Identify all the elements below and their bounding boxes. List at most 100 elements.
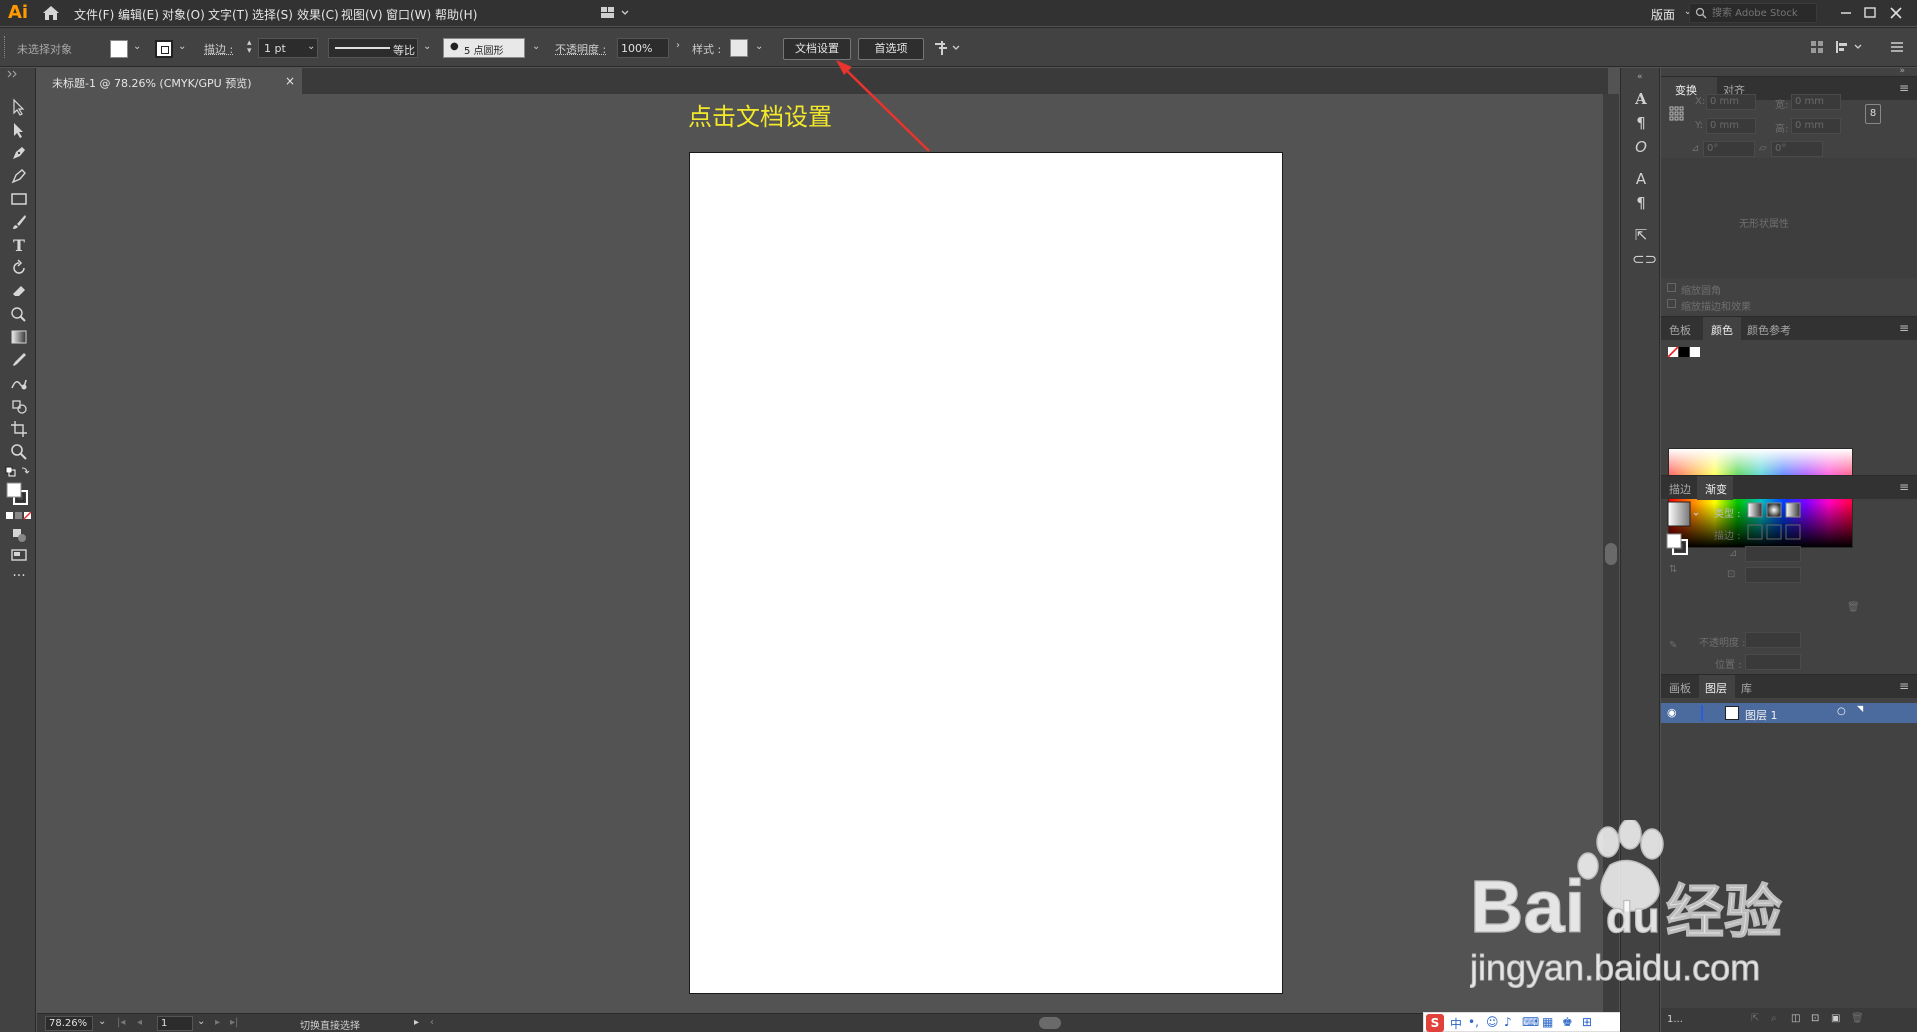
locate-object-icon[interactable]: ⌕ <box>1771 1013 1777 1024</box>
stroke-label[interactable]: 描边 : <box>204 41 233 57</box>
paragraph-styles-icon[interactable]: ¶ <box>1632 194 1650 212</box>
chevron-down-icon[interactable]: ⌄ <box>307 41 315 52</box>
document-tab[interactable]: 未标题-1 @ 78.26% (CMYK/GPU 预览) <box>37 68 302 94</box>
punctuation-icon[interactable]: •, <box>1468 1015 1479 1029</box>
shape-builder-tool-icon[interactable] <box>10 305 28 323</box>
fill-color-swatch[interactable] <box>110 40 128 58</box>
opacity-field[interactable] <box>617 38 669 58</box>
tab-gradient[interactable]: 渐变 <box>1705 481 1727 497</box>
rotate-tool-icon[interactable] <box>10 259 28 277</box>
menu-window[interactable]: 窗口(W) <box>386 6 431 23</box>
gradient-preview-swatch[interactable] <box>1667 501 1701 527</box>
gradient-tool-icon[interactable] <box>10 328 28 346</box>
ime-language-toggle[interactable]: 中 <box>1450 1015 1462 1032</box>
delete-layer-icon[interactable]: 🗑 <box>1851 1013 1864 1024</box>
close-icon[interactable] <box>1886 3 1906 23</box>
sogou-ime-icon[interactable]: S <box>1426 1014 1444 1032</box>
reference-point-icon[interactable] <box>1669 106 1685 122</box>
stroke-weight-field[interactable]: ⌄ <box>258 38 318 58</box>
brush-definition-dropdown[interactable]: ● 5 点圆形 <box>443 38 525 58</box>
eraser-tool-icon[interactable] <box>10 282 28 300</box>
character-styles-icon[interactable]: ꓮ <box>1632 170 1650 188</box>
more-tools-icon[interactable]: ··· <box>10 568 28 586</box>
horizontal-scroll-thumb[interactable] <box>1039 1017 1061 1029</box>
zoom-tool-icon[interactable] <box>10 443 28 461</box>
paintbrush-tool-icon[interactable] <box>10 213 28 231</box>
type-tool-icon[interactable]: T <box>10 236 28 255</box>
color-mode-icon[interactable] <box>5 511 31 521</box>
align-options-icon[interactable] <box>1835 40 1869 54</box>
status-menu-icon[interactable]: ▸ <box>414 1017 419 1028</box>
layer-selection-indicator[interactable]: ◥ <box>1857 704 1863 713</box>
previous-artboard-icon[interactable]: ◂ <box>137 1017 142 1028</box>
opentype-panel-icon[interactable]: O <box>1632 138 1650 156</box>
default-fill-stroke-icon[interactable] <box>5 466 31 478</box>
blend-tool-icon[interactable] <box>10 374 28 392</box>
layer-target-icon[interactable]: ○ <box>1837 706 1846 717</box>
menu-select[interactable]: 选择(S) <box>252 6 293 23</box>
next-artboard-icon[interactable]: ▸ <box>215 1017 220 1028</box>
chevron-down-icon[interactable]: ⌄ <box>755 41 763 52</box>
eyedropper-tool-icon[interactable] <box>10 351 28 369</box>
scale-corners-checkbox[interactable] <box>1667 283 1676 292</box>
export-icon[interactable]: ⇱ <box>1632 226 1650 244</box>
panel-menu-icon[interactable]: ≡ <box>1899 679 1909 693</box>
panel-menu-icon[interactable]: ≡ <box>1899 480 1909 494</box>
tab-libraries[interactable]: 库 <box>1741 680 1752 696</box>
close-tab-icon[interactable]: × <box>285 74 295 88</box>
panel-menu-icon[interactable]: ≡ <box>1899 321 1909 335</box>
tab-transform[interactable]: 变换 <box>1675 82 1697 98</box>
first-artboard-icon[interactable]: |◂ <box>117 1017 125 1028</box>
toolbox-icon[interactable]: ▦ <box>1542 1015 1553 1029</box>
collapse-icon[interactable]: » <box>1899 66 1905 76</box>
rectangle-tool-icon[interactable] <box>10 190 28 208</box>
grid-icon[interactable] <box>1810 40 1824 54</box>
constrain-proportions-icon[interactable]: 8 <box>1865 104 1881 124</box>
scale-strokes-checkbox[interactable] <box>1667 299 1676 308</box>
collapse-icon[interactable]: « <box>1637 72 1643 82</box>
tab-artboards[interactable]: 画板 <box>1669 680 1691 696</box>
scroll-left-icon[interactable]: ‹ <box>430 1017 434 1028</box>
new-sublayer-icon[interactable]: ⊡ <box>1811 1013 1819 1024</box>
pen-tool-icon[interactable] <box>10 144 28 162</box>
home-icon[interactable] <box>42 5 60 21</box>
links-icon[interactable]: ⊂⊃ <box>1632 250 1657 268</box>
panel-menu-icon[interactable] <box>1888 38 1906 56</box>
artboard-tool-icon[interactable] <box>10 420 28 438</box>
stroke-color-swatch[interactable] <box>155 40 173 58</box>
clipping-mask-icon[interactable]: ◫ <box>1791 1013 1800 1024</box>
apps-grid-icon[interactable]: ⊞ <box>1582 1015 1592 1029</box>
selection-tool-icon[interactable] <box>10 98 28 116</box>
adobe-stock-search[interactable] <box>1689 3 1817 23</box>
menu-file[interactable]: 文件(F) <box>74 6 114 23</box>
tab-color-guide[interactable]: 颜色参考 <box>1747 322 1791 338</box>
collapse-icon[interactable] <box>6 70 20 78</box>
new-layer-icon[interactable]: ▣ <box>1831 1013 1840 1024</box>
skin-icon[interactable]: ♚ <box>1562 1015 1573 1029</box>
tab-layers[interactable]: 图层 <box>1705 680 1727 696</box>
none-black-white-swatches[interactable] <box>1667 346 1701 358</box>
menu-view[interactable]: 视图(V) <box>341 6 383 23</box>
menu-edit[interactable]: 编辑(E) <box>118 6 159 23</box>
menu-object[interactable]: 对象(O) <box>162 6 205 23</box>
vertical-scroll-thumb[interactable] <box>1605 543 1617 565</box>
zoom-level-field[interactable]: 78.26% <box>45 1016 93 1031</box>
workspace-switcher[interactable]: 版面 <box>1651 6 1675 23</box>
opacity-label[interactable]: 不透明度 : <box>555 41 606 57</box>
maximize-icon[interactable] <box>1860 3 1880 23</box>
direct-selection-tool-icon[interactable] <box>10 121 28 139</box>
arrange-documents-icon[interactable] <box>600 5 634 21</box>
chevron-down-icon[interactable]: ⌄ <box>133 41 141 52</box>
microphone-icon[interactable]: ♪ <box>1504 1015 1512 1029</box>
visibility-eye-icon[interactable]: ◉ <box>1667 706 1677 719</box>
grip-icon[interactable] <box>4 36 7 58</box>
stroke-profile-dropdown[interactable]: 等比 <box>328 38 418 58</box>
fill-stroke-selector-icon[interactable] <box>1665 532 1691 558</box>
curvature-tool-icon[interactable] <box>10 167 28 185</box>
screen-mode-icon[interactable] <box>10 546 28 564</box>
stepper-icon[interactable]: ▴ ▾ <box>247 39 252 56</box>
menu-help[interactable]: 帮助(H) <box>435 6 477 23</box>
graphic-style-swatch[interactable] <box>730 39 748 57</box>
chevron-down-icon[interactable]: ⌄ <box>98 1016 106 1027</box>
minimize-icon[interactable] <box>1836 3 1856 23</box>
